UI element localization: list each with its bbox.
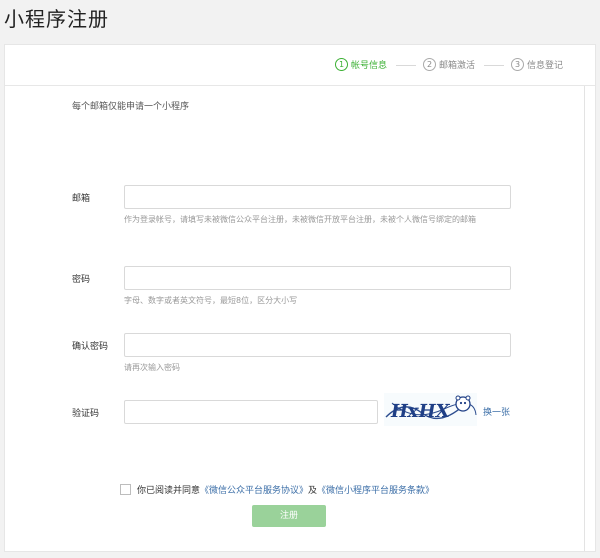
confirm-password-field[interactable] — [124, 333, 511, 357]
captcha-graphic: HxHX — [385, 395, 477, 422]
registration-card: 1 帐号信息 2 邮箱激活 3 信息登记 — [4, 44, 596, 552]
captcha-image[interactable]: HxHX — [384, 393, 477, 426]
step-label: 邮箱激活 — [439, 61, 476, 71]
captcha-label: 验证码 — [72, 409, 100, 419]
step-number: 2 — [423, 58, 436, 71]
register-button[interactable]: 注册 — [252, 505, 326, 527]
step-connector — [396, 65, 416, 66]
agreement-prefix: 你已阅读并同意 — [137, 486, 201, 496]
step-number: 1 — [335, 58, 348, 71]
step-label: 帐号信息 — [351, 61, 388, 71]
step-label: 信息登记 — [527, 61, 564, 71]
email-label: 邮箱 — [72, 194, 91, 204]
captcha-input[interactable] — [124, 400, 378, 424]
password-label: 密码 — [72, 275, 91, 285]
email-hint: 作为登录帐号，请填写未被微信公众平台注册，未被微信开放平台注册，未被个人微信号绑… — [124, 215, 476, 224]
step-email-activation: 2 邮箱激活 — [423, 58, 475, 71]
step-account-info: 1 帐号信息 — [335, 58, 387, 71]
step-number: 3 — [511, 58, 524, 71]
service-agreement-link[interactable]: 《微信公众平台服务协议》 — [200, 483, 308, 496]
confirm-password-hint: 请再次输入密码 — [124, 363, 180, 372]
step-connector — [484, 65, 504, 66]
captcha-text: HxHX — [389, 401, 452, 422]
password-field[interactable] — [124, 266, 511, 290]
agreement-and: 及 — [308, 486, 318, 496]
form-area — [5, 86, 585, 551]
form-intro: 每个邮箱仅能申请一个小程序 — [72, 102, 190, 112]
page-title: 小程序注册 — [4, 7, 109, 31]
steps-bar: 1 帐号信息 2 邮箱激活 3 信息登记 — [5, 45, 595, 86]
miniprogram-terms-link[interactable]: 《微信小程序平台服务条款》 — [317, 483, 434, 496]
agreement-row: 你已阅读并同意 《微信公众平台服务协议》 及 《微信小程序平台服务条款》 — [120, 483, 434, 496]
confirm-password-label: 确认密码 — [72, 342, 109, 352]
refresh-captcha-link[interactable]: 换一张 — [483, 405, 510, 418]
password-hint: 字母、数字或者英文符号，最短8位，区分大小写 — [124, 296, 298, 305]
step-info-register: 3 信息登记 — [511, 58, 563, 71]
email-field[interactable] — [124, 185, 511, 209]
agree-checkbox[interactable] — [120, 484, 131, 495]
